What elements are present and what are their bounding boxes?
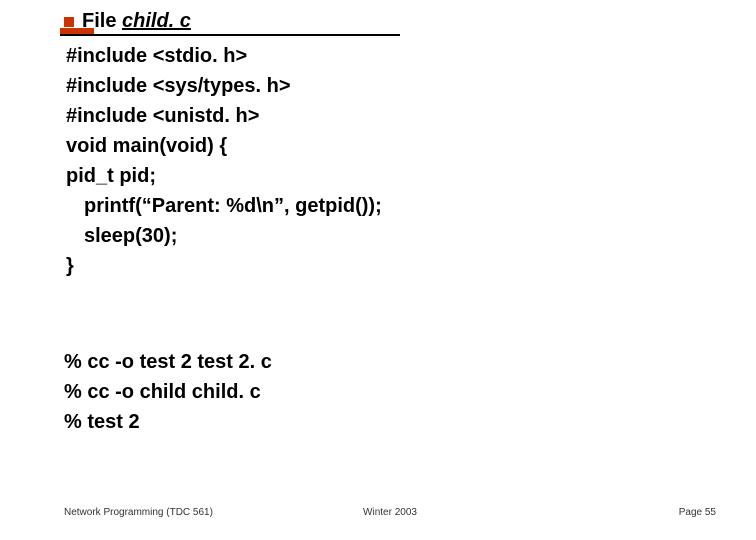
code-line: pid_t pid; <box>66 161 716 191</box>
slide-content: File child. c #include <stdio. h> #inclu… <box>64 10 716 437</box>
code-line: printf(“Parent: %d\n”, getpid()); <box>66 191 716 221</box>
footer: Network Programming (TDC 561) Winter 200… <box>64 507 716 518</box>
command-line: % cc -o test 2 test 2. c <box>64 347 716 377</box>
command-line: % test 2 <box>64 407 716 437</box>
code-line: } <box>66 251 716 281</box>
code-line: #include <stdio. h> <box>66 41 716 71</box>
footer-center: Winter 2003 <box>64 507 716 518</box>
code-line: sleep(30); <box>66 221 716 251</box>
accent-bar <box>60 28 94 34</box>
command-block: % cc -o test 2 test 2. c % cc -o child c… <box>64 347 716 437</box>
code-block: #include <stdio. h> #include <sys/types.… <box>66 41 716 281</box>
code-line: #include <unistd. h> <box>66 101 716 131</box>
code-line: void main(void) { <box>66 131 716 161</box>
title-filename: child. c <box>122 10 191 32</box>
slide-title: File child. c <box>64 10 716 33</box>
command-line: % cc -o child child. c <box>64 377 716 407</box>
code-line: #include <sys/types. h> <box>66 71 716 101</box>
bullet-icon <box>64 17 74 27</box>
